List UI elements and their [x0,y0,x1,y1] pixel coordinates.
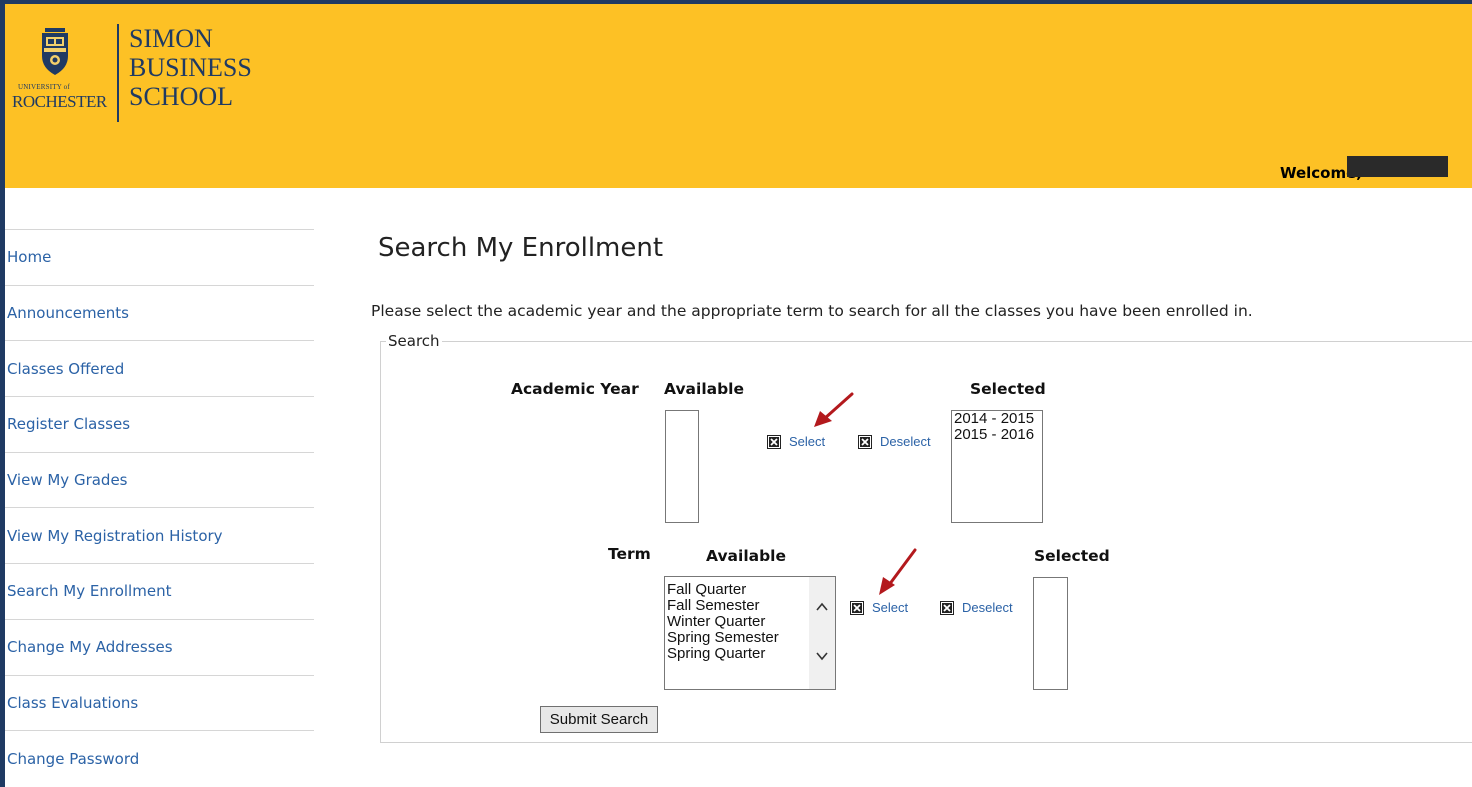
chevron-up-icon[interactable] [816,601,828,613]
sidebar-item-registration-history[interactable]: View My Registration History [5,507,314,563]
redacted-user-name [1347,156,1448,177]
academic-year-deselect-button[interactable]: Deselect [858,434,931,449]
sidebar-item-register-classes[interactable]: Register Classes [5,396,314,452]
term-available-label: Available [706,547,787,565]
school-name: SIMON BUSINESS SCHOOL [129,24,252,111]
sidebar-item-classes-offered[interactable]: Classes Offered [5,340,314,396]
school-name-line-3: SCHOOL [129,82,234,111]
academic-year-selected-label: Selected [970,380,1046,398]
term-selected-listbox[interactable] [1033,577,1068,690]
sidebar-item-announcements[interactable]: Announcements [5,284,314,341]
list-item[interactable]: 2015 - 2016 [952,427,1042,443]
school-name-line-2: BUSINESS [129,53,252,82]
sidebar-nav: Home Announcements Classes Offered Regis… [5,229,314,786]
sidebar-item-search-my-enrollment[interactable]: Search My Enrollment [5,563,314,619]
page-title: Search My Enrollment [378,233,664,263]
term-select-label: Select [872,600,909,615]
term-label: Term [608,545,651,563]
academic-year-selected-listbox[interactable]: 2014 - 2015 2015 - 2016 [951,410,1043,523]
academic-year-deselect-label: Deselect [880,434,931,449]
academic-year-label: Academic Year [511,380,639,398]
sidebar-item-home[interactable]: Home [5,229,314,285]
term-select-button[interactable]: Select [850,600,908,615]
term-deselect-button[interactable]: Deselect [940,600,1013,615]
search-fieldset [380,341,1472,743]
sidebar-item-change-my-addresses[interactable]: Change My Addresses [5,618,314,675]
checkbox-x-icon [858,434,872,449]
university-seal-icon [42,28,68,75]
red-arrow-annotation-icon [814,392,854,427]
academic-year-select-label: Select [789,434,826,449]
academic-year-available-label: Available [664,380,745,398]
term-selected-label: Selected [1034,547,1110,565]
checkbox-x-icon [767,434,781,449]
submit-search-button[interactable]: Submit Search [540,706,658,733]
academic-year-available-listbox[interactable] [665,410,699,523]
instructions-text: Please select the academic year and the … [371,302,1253,320]
term-listbox-scrollbar[interactable] [809,577,835,689]
site-header: UNIVERSITY of ROCHESTER SIMON BUSINESS S… [5,0,1472,188]
checkbox-x-icon [940,600,954,615]
sidebar-item-view-my-grades[interactable]: View My Grades [5,451,314,508]
sidebar-item-class-evaluations[interactable]: Class Evaluations [5,674,314,731]
red-arrow-annotation-icon [879,548,917,595]
sidebar-item-change-password[interactable]: Change Password [5,730,314,786]
academic-year-select-button[interactable]: Select [767,434,825,449]
term-deselect-label: Deselect [962,600,1013,615]
university-of-label: UNIVERSITY of [18,83,70,91]
chevron-down-icon[interactable] [816,650,828,662]
search-legend: Search [386,332,442,350]
school-name-line-1: SIMON [129,24,213,53]
checkbox-x-icon [850,600,864,615]
term-available-listbox[interactable]: Fall Quarter Fall Semester Winter Quarte… [664,576,836,690]
university-name: ROCHESTER [12,92,107,111]
logo-divider [117,24,119,122]
list-item[interactable]: 2014 - 2015 [952,411,1042,427]
simon-business-school-logo[interactable]: UNIVERSITY of ROCHESTER SIMON BUSINESS S… [12,24,282,124]
